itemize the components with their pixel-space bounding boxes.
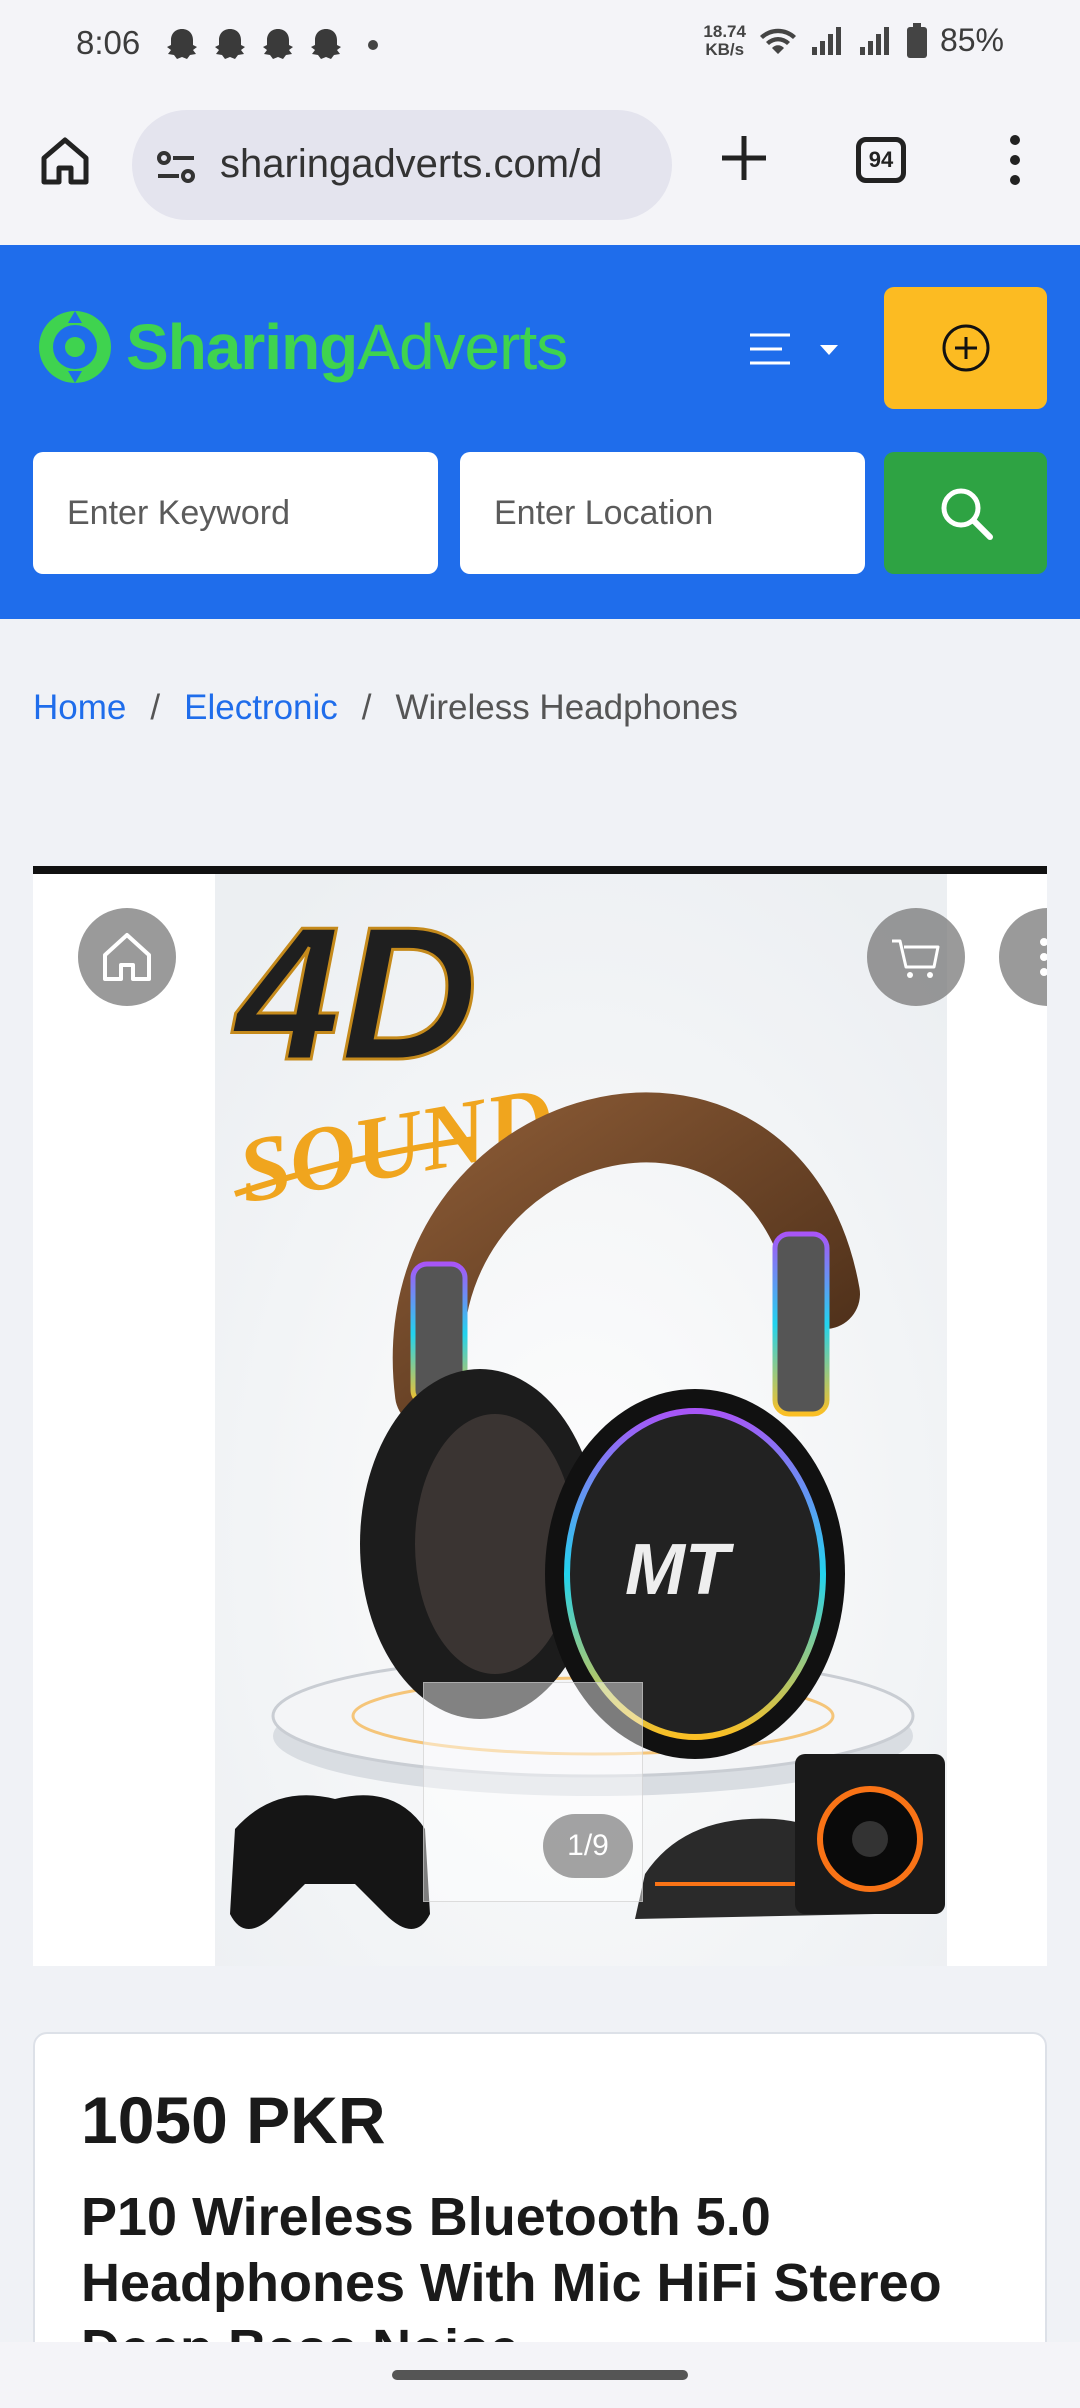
signal-icon — [811, 26, 841, 55]
gallery-more-button[interactable] — [999, 908, 1047, 1006]
breadcrumb-home[interactable]: Home — [33, 688, 126, 728]
system-nav-bar — [0, 2342, 1080, 2408]
plus-circle-icon — [942, 324, 989, 372]
battery-icon — [906, 22, 927, 58]
image-text-brand: MT — [625, 1530, 735, 1610]
url-text[interactable]: sharingadverts.com/d — [220, 142, 602, 187]
logo-icon — [39, 311, 111, 383]
listing-details-card: 1050 PKR P10 Wireless Bluetooth 5.0 Head… — [33, 2032, 1047, 2372]
image-counter: 1/9 — [543, 1814, 633, 1878]
network-speed-unit: KB/s — [705, 39, 745, 59]
snapchat-icon — [263, 29, 293, 59]
new-tab-icon[interactable] — [718, 132, 770, 184]
status-bar: 8:06 18.74 KB/s 85% — [0, 0, 1080, 90]
breadcrumb-electronic[interactable]: Electronic — [184, 688, 338, 728]
notification-icons — [162, 26, 378, 64]
status-time: 8:06 — [76, 24, 141, 61]
breadcrumb-separator: / — [361, 688, 372, 727]
snapchat-icon — [167, 29, 197, 59]
search-button[interactable] — [884, 452, 1047, 574]
site-settings-icon[interactable] — [154, 145, 198, 189]
location-input[interactable]: Enter Location — [460, 452, 865, 574]
breadcrumb: Home / Electronic / Wireless Headphones — [33, 688, 738, 728]
site-logo[interactable]: SharingAdverts — [36, 293, 568, 401]
menu-toggle-icon[interactable] — [748, 325, 848, 375]
more-vertical-icon — [1040, 938, 1047, 976]
logo-text-adverts: Adverts — [357, 311, 568, 383]
image-text-4d: 4D — [231, 888, 478, 1100]
wifi-icon — [759, 28, 796, 54]
more-options-icon[interactable] — [1000, 132, 1030, 188]
battery-level: 85% — [939, 22, 1004, 58]
search-icon — [941, 488, 993, 540]
gallery-cart-button[interactable] — [867, 908, 965, 1006]
tab-switcher-button[interactable]: 94 — [856, 137, 906, 183]
site-header: SharingAdverts Enter Keyword Enter Locat… — [0, 245, 1080, 619]
logo-wordmark: SharingAdverts — [126, 310, 568, 384]
address-bar[interactable]: sharingadverts.com/d — [132, 110, 672, 220]
logo-text-sharing: Sharing — [126, 311, 358, 383]
listing-price: 1050 PKR — [81, 2083, 386, 2157]
browser-toolbar: sharingadverts.com/d 94 — [0, 90, 1080, 245]
post-ad-button[interactable] — [884, 287, 1047, 409]
product-gallery[interactable]: 4D SOUND MT 1/9 — [33, 866, 1047, 1966]
status-right: 18.74 KB/s 85% — [703, 22, 1004, 59]
breadcrumb-current: Wireless Headphones — [395, 688, 738, 727]
dot-icon — [368, 40, 378, 50]
network-speed: 18.74 KB/s — [703, 21, 746, 59]
signal-icon — [859, 26, 889, 55]
home-icon — [103, 933, 151, 981]
browser-home-icon[interactable] — [38, 134, 92, 188]
snapchat-icon — [311, 29, 341, 59]
gesture-handle[interactable] — [392, 2370, 688, 2380]
gallery-home-button[interactable] — [78, 908, 176, 1006]
breadcrumb-separator: / — [150, 688, 161, 727]
snapchat-icon — [215, 29, 245, 59]
cart-icon — [892, 939, 940, 978]
keyword-input[interactable]: Enter Keyword — [33, 452, 438, 574]
network-speed-value: 18.74 — [703, 21, 746, 41]
